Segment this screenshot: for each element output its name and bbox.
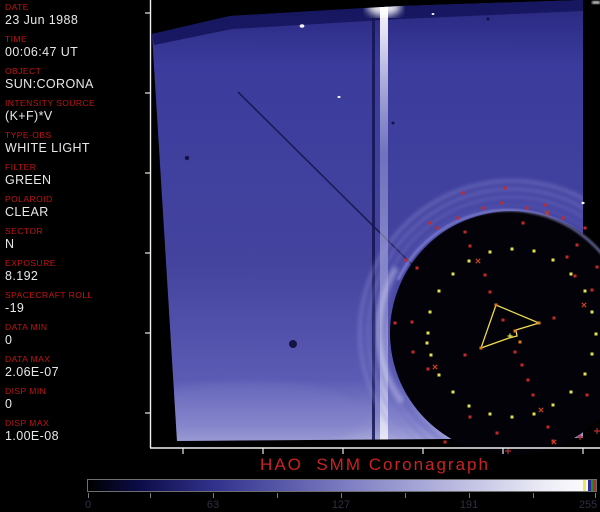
intensity-colorbar: 0 63 127 191 255 (0, 474, 600, 512)
colorbar-tick (469, 493, 470, 498)
colorbar-tick (88, 493, 89, 498)
corner-artifact (592, 1, 600, 4)
field-label: DISP MAX (5, 418, 50, 428)
colorbar-tick (533, 493, 534, 498)
field-data-max: DATA MAX 2.06E-07 (5, 355, 145, 378)
field-value: 1.00E-08 (5, 428, 59, 443)
field-label: DATE (5, 2, 29, 12)
field-value: (K+F)*V (5, 108, 53, 123)
field-value: 23 Jun 1988 (5, 12, 79, 27)
colorbar-tick (341, 493, 342, 498)
field-label: SPACECRAFT ROLL (5, 290, 93, 300)
field-label: FILTER (5, 162, 37, 172)
field-object: OBJECT SUN:CORONA (5, 67, 145, 90)
field-time: TIME 00:06:47 UT (5, 35, 145, 58)
field-value: 8.192 (5, 268, 39, 283)
field-disp-max: DISP MAX 1.00E-08 (5, 419, 145, 442)
colorbar-tick (277, 493, 278, 498)
field-value: 0 (5, 332, 13, 347)
field-value: CLEAR (5, 204, 49, 219)
field-exposure: EXPOSURE 8.192 (5, 259, 145, 282)
field-sector: SECTOR N (5, 227, 145, 250)
field-intensity-source: INTENSITY SOURCE (K+F)*V (5, 99, 145, 122)
field-type-obs: TYPE-OBS WHITE LIGHT (5, 131, 145, 154)
colorbar-tick (150, 493, 151, 498)
field-spacecraft-roll: SPACECRAFT ROLL -19 (5, 291, 145, 314)
colorbar-tick (213, 493, 214, 498)
field-value: -19 (5, 300, 25, 315)
colorbar-label: 127 (331, 499, 351, 511)
field-disp-min: DISP MIN 0 (5, 387, 145, 410)
field-date: DATE 23 Jun 1988 (5, 3, 145, 26)
colorbar-label: 191 (459, 499, 479, 511)
colorbar-tick (595, 493, 596, 498)
field-label: OBJECT (5, 66, 42, 76)
colorbar-label: 255 (578, 499, 598, 511)
field-value: WHITE LIGHT (5, 140, 90, 155)
field-label: INTENSITY SOURCE (5, 98, 96, 108)
colorbar-marker-stripe (593, 480, 596, 491)
field-label: POLAROID (5, 194, 53, 204)
caption-text: HAO SMM Coronagraph (260, 455, 490, 474)
field-data-min: DATA MIN 0 (5, 323, 145, 346)
image-caption: HAO SMM Coronagraph (150, 455, 600, 475)
field-label: EXPOSURE (5, 258, 56, 268)
colorbar-tick (405, 493, 406, 498)
field-label: DATA MAX (5, 354, 51, 364)
viewer-window: DATE 23 Jun 1988 TIME 00:06:47 UT OBJECT SU… (0, 0, 600, 512)
field-value: 00:06:47 UT (5, 44, 79, 59)
field-value: GREEN (5, 172, 52, 187)
field-polaroid: POLAROID CLEAR (5, 195, 145, 218)
field-value: SUN:CORONA (5, 76, 94, 91)
colorbar-gradient (87, 479, 597, 492)
field-filter: FILTER GREEN (5, 163, 145, 186)
colorbar-label: 0 (84, 499, 92, 511)
field-label: DISP MIN (5, 386, 47, 396)
metadata-sidebar: DATE 23 Jun 1988 TIME 00:06:47 UT OBJECT SU… (0, 0, 145, 456)
field-value: 0 (5, 396, 13, 411)
field-value: N (5, 236, 15, 251)
field-value: 2.06E-07 (5, 364, 59, 379)
field-label: TIME (5, 34, 28, 44)
field-label: DATA MIN (5, 322, 48, 332)
field-label: SECTOR (5, 226, 43, 236)
field-label: TYPE-OBS (5, 130, 52, 140)
colorbar-label: 63 (206, 499, 220, 511)
